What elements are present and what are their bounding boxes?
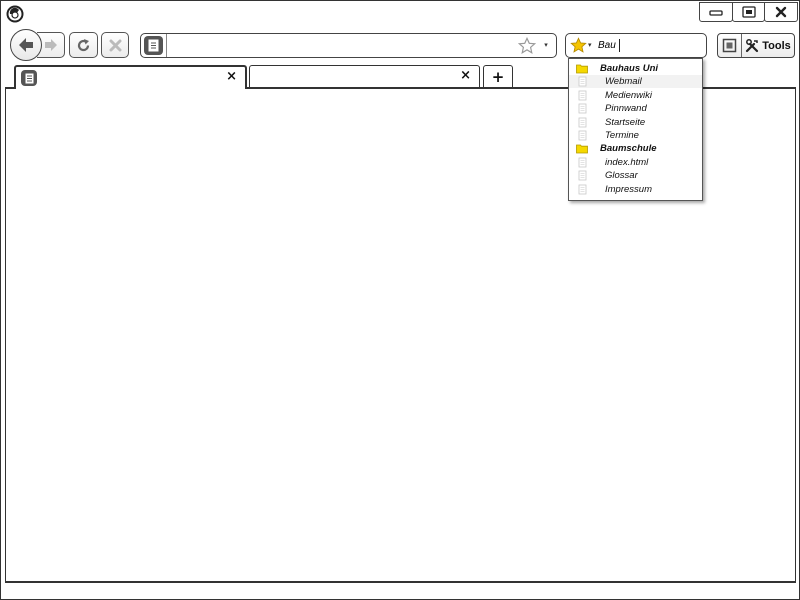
close-window-button[interactable] bbox=[764, 2, 799, 22]
puzzle-icon bbox=[722, 38, 737, 53]
extensions-button[interactable] bbox=[718, 34, 742, 57]
page-icon bbox=[578, 157, 587, 168]
bookmark-search-bar: ▾ bbox=[565, 33, 707, 58]
bookmark-star-icon[interactable] bbox=[518, 37, 536, 55]
bookmark-label: Pinnwand bbox=[605, 103, 647, 115]
restore-button[interactable] bbox=[731, 2, 766, 22]
tab-active[interactable]: × bbox=[14, 65, 247, 89]
bookmark-search-input[interactable] bbox=[598, 37, 702, 54]
stop-button[interactable] bbox=[101, 32, 129, 58]
folder-icon bbox=[576, 144, 588, 154]
stop-icon bbox=[109, 39, 121, 51]
minimize-icon bbox=[709, 10, 723, 16]
arrow-right-icon bbox=[44, 39, 57, 51]
url-bar: ▾ bbox=[140, 33, 557, 58]
wrench-screwdriver-icon bbox=[746, 38, 759, 52]
url-input[interactable] bbox=[169, 36, 509, 55]
bookmark-star-icon[interactable] bbox=[570, 37, 587, 54]
bookmark-label: Bauhaus Uni bbox=[600, 63, 659, 74]
restore-icon bbox=[741, 6, 756, 18]
bookmark-item[interactable]: Startseite bbox=[569, 116, 702, 129]
bookmark-folder-item[interactable]: Baumschule bbox=[569, 142, 702, 155]
page-icon bbox=[578, 170, 587, 181]
back-button[interactable] bbox=[10, 29, 42, 61]
bookmark-item[interactable]: Impressum bbox=[569, 183, 702, 196]
bookmark-item[interactable]: Termine bbox=[569, 129, 702, 142]
url-separator bbox=[166, 34, 167, 57]
tools-label: Tools bbox=[762, 39, 791, 52]
close-tab-button[interactable]: × bbox=[460, 68, 471, 84]
reload-icon bbox=[77, 38, 90, 51]
tools-group: Tools bbox=[717, 33, 795, 58]
browser-logo-icon bbox=[6, 5, 24, 23]
page-icon bbox=[578, 117, 587, 127]
bookmark-label: Medienwiki bbox=[605, 89, 652, 101]
tab-inactive[interactable]: × bbox=[249, 65, 480, 87]
bookmark-label: Impressum bbox=[605, 183, 652, 195]
reload-button[interactable] bbox=[69, 32, 98, 58]
bookmark-label: Baumschule bbox=[600, 143, 657, 155]
page-icon bbox=[21, 70, 37, 86]
page-icon bbox=[578, 76, 587, 87]
browser-window: ▾ ▾ Tools bbox=[0, 0, 800, 600]
bookmark-item[interactable]: Pinnwand bbox=[569, 102, 702, 115]
bookmark-label: Glossar bbox=[605, 170, 638, 182]
site-identity-icon[interactable] bbox=[144, 36, 163, 55]
text-caret bbox=[619, 39, 620, 52]
close-icon bbox=[775, 6, 787, 18]
bookmark-suggestions-popup: Bauhaus Uni Webmail Medienwiki Pinnwand Star… bbox=[568, 58, 703, 201]
page-icon bbox=[578, 184, 587, 194]
bookmark-label: Webmail bbox=[605, 76, 642, 88]
arrow-left-icon bbox=[19, 38, 33, 52]
bookmark-folder-item[interactable]: Bauhaus Uni bbox=[569, 62, 702, 75]
bookmark-label: Termine bbox=[605, 130, 639, 141]
url-history-dropdown[interactable]: ▾ bbox=[541, 39, 551, 51]
bookmark-item[interactable]: Webmail bbox=[569, 75, 702, 89]
page-icon bbox=[578, 130, 587, 141]
new-tab-button[interactable]: + bbox=[483, 65, 513, 87]
page-icon bbox=[578, 90, 587, 101]
tools-button[interactable]: Tools bbox=[742, 34, 794, 57]
bookmark-label: index.html bbox=[605, 156, 649, 168]
bookmark-item[interactable]: Medienwiki bbox=[569, 89, 702, 102]
window-controls bbox=[699, 2, 799, 22]
bookmark-item[interactable]: Glossar bbox=[569, 169, 702, 182]
search-engine-dropdown[interactable]: ▾ bbox=[588, 40, 596, 50]
page-icon bbox=[578, 103, 587, 114]
minimize-button[interactable] bbox=[699, 2, 733, 22]
bookmark-label: Startseite bbox=[605, 116, 646, 128]
folder-icon bbox=[576, 64, 588, 74]
close-tab-button[interactable]: × bbox=[226, 69, 237, 85]
bookmark-item[interactable]: index.html bbox=[569, 156, 702, 169]
